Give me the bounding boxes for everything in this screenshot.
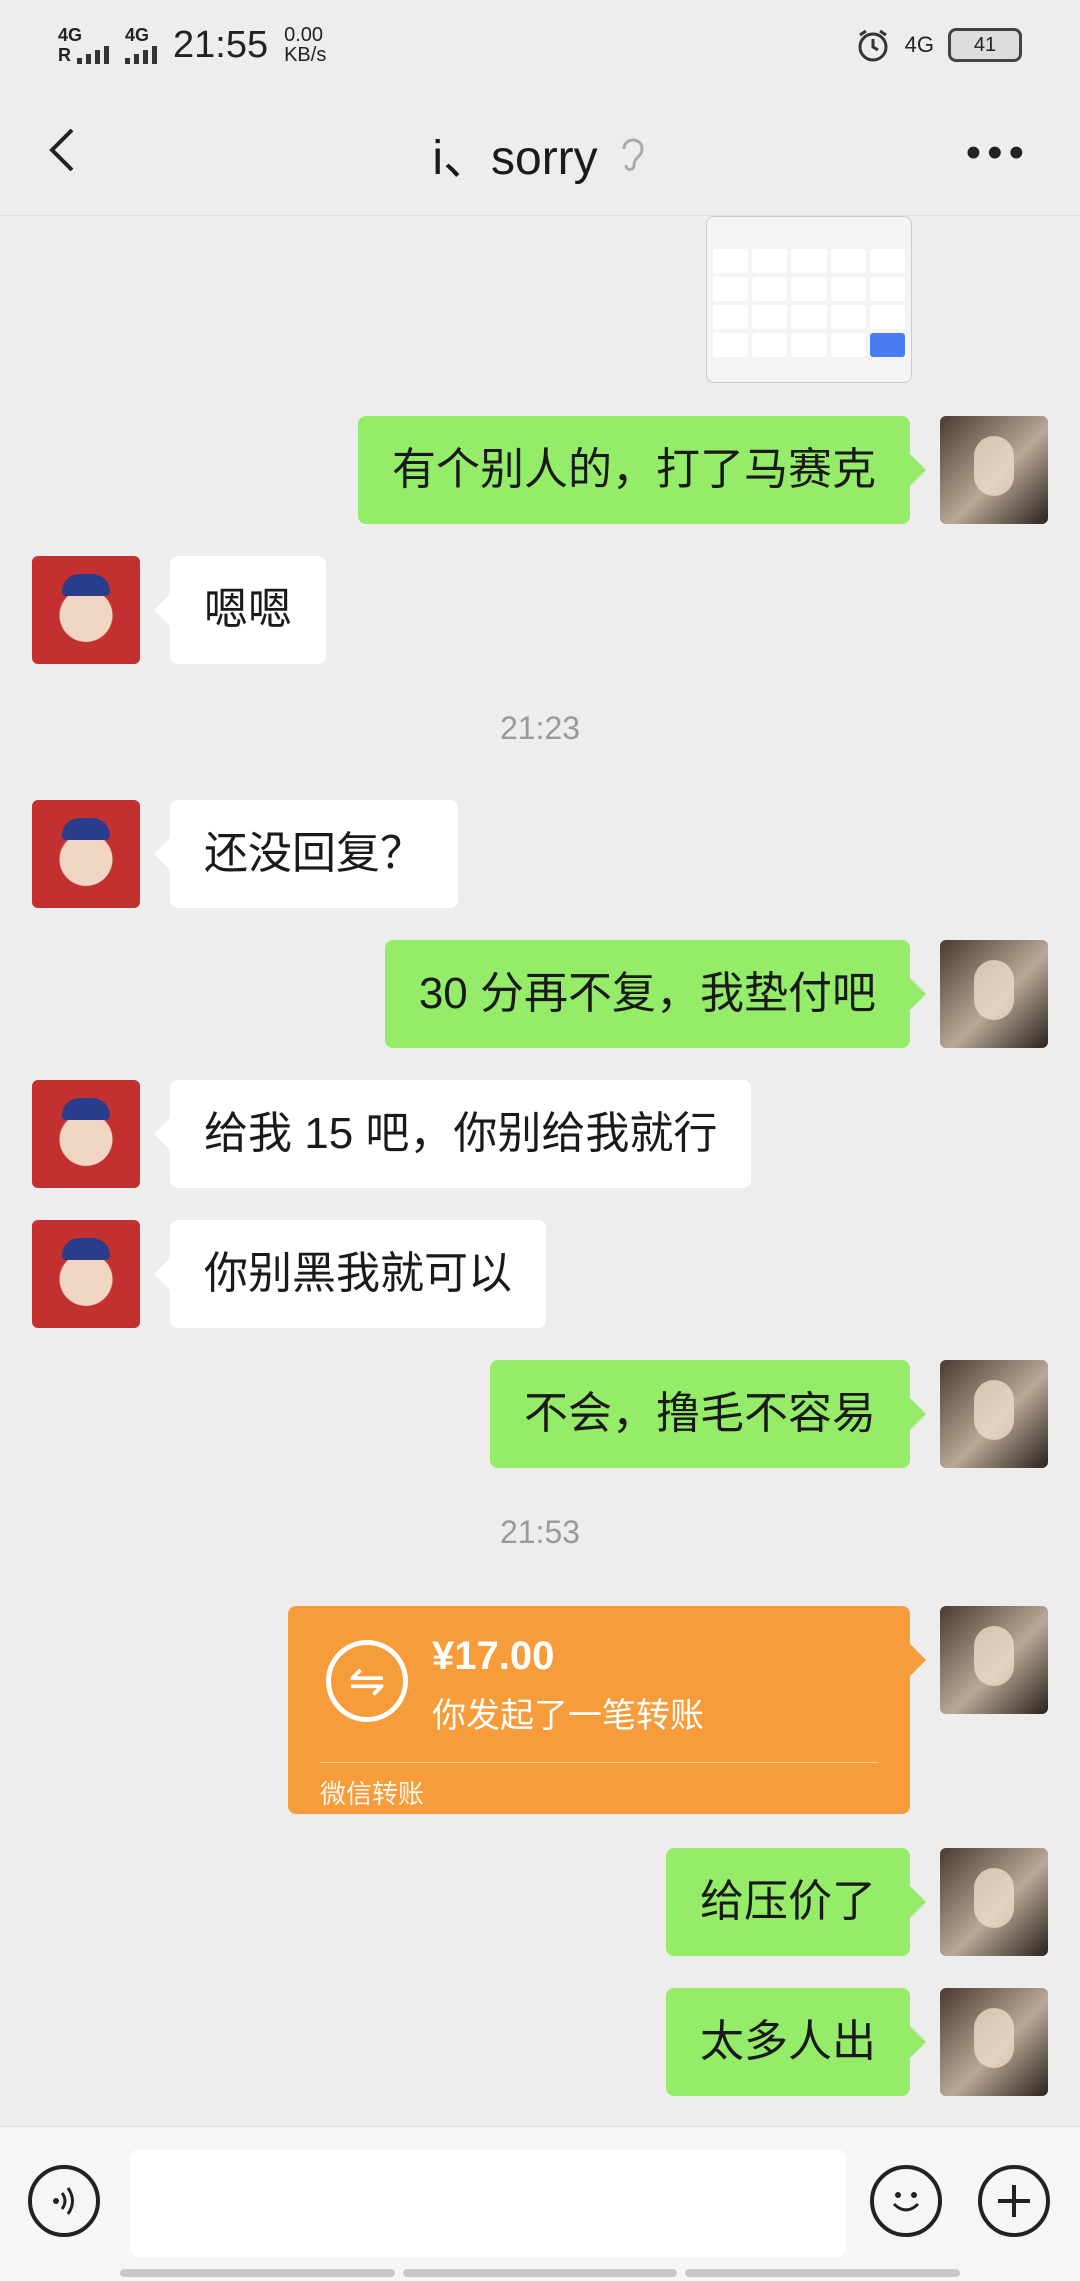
battery-level: 41 (973, 33, 997, 56)
status-left: 4G R 4G 21:55 0.00 KB/s (58, 24, 326, 67)
my-avatar[interactable] (940, 1848, 1048, 1956)
my-avatar[interactable] (940, 1360, 1048, 1468)
add-more-icon[interactable] (978, 2165, 1050, 2237)
chat-title: i、sorry (432, 118, 647, 188)
contact-avatar[interactable] (32, 800, 140, 908)
contact-avatar[interactable] (32, 1080, 140, 1188)
bottom-nav-indicator (120, 2269, 961, 2277)
timestamp: 21:53 (499, 1514, 581, 1550)
signal-label: 4G (58, 25, 83, 45)
chat-header: i、sorry ••• (0, 90, 1080, 216)
signal-label: 4G (125, 25, 150, 45)
shared-image-keyboard-screenshot[interactable] (706, 216, 912, 383)
timestamp: 21:23 (499, 710, 581, 746)
received-message-bubble[interactable]: 还没回复？ (154, 800, 458, 908)
speed-value: 0.00 (284, 24, 324, 46)
sent-message-bubble[interactable]: 30 分再不复，我垫付吧 (384, 940, 927, 1048)
received-message-bubble[interactable]: 你别黑我就可以 (154, 1220, 546, 1328)
status-time: 21:55 (173, 23, 269, 66)
status-bar: 4G R 4G 21:55 0.00 KB/s 4G 41 (0, 0, 1080, 90)
signal-bars-icon (125, 44, 157, 64)
ear-icon (622, 138, 644, 171)
network-type: 4G (904, 32, 934, 57)
my-avatar[interactable] (940, 940, 1048, 1048)
roaming-label: R (58, 45, 71, 65)
speed-unit: KB/s (284, 44, 327, 66)
transfer-amount: ¥17.00 (432, 1634, 555, 1678)
sent-message-bubble[interactable]: 有个别人的，打了马赛克 (358, 416, 926, 524)
emoji-icon[interactable] (870, 2165, 942, 2237)
transfer-divider (320, 1762, 878, 1763)
contact-avatar[interactable] (32, 556, 140, 664)
transfer-footer: 微信转账 (320, 1779, 425, 1809)
contact-avatar[interactable] (32, 1220, 140, 1328)
contact-name: i、sorry (432, 131, 598, 185)
my-avatar[interactable] (940, 1988, 1048, 2096)
more-options-icon[interactable]: ••• (966, 128, 1030, 178)
keyboard-image-content (707, 217, 911, 361)
back-arrow-icon[interactable] (34, 120, 94, 180)
transfer-icon: ⇋ (326, 1640, 408, 1722)
signal-bars-icon: R (58, 44, 109, 64)
signal-indicator-2: 4G (125, 26, 157, 64)
transfer-description: 你发起了一笔转账 (432, 1697, 704, 1735)
received-message-bubble[interactable]: 给我 15 吧，你别给我就行 (153, 1080, 752, 1188)
sent-message-bubble[interactable]: 给压价了 (666, 1848, 926, 1956)
my-avatar[interactable] (940, 416, 1048, 524)
transfer-card[interactable]: ⇋ ¥17.00 你发起了一笔转账 微信转账 (288, 1606, 926, 1814)
alarm-icon (858, 29, 888, 62)
status-right: 4G 41 (855, 27, 1022, 63)
sent-message-bubble[interactable]: 太多人出 (666, 1988, 926, 2096)
message-input[interactable] (130, 2149, 846, 2257)
network-speed: 0.00 KB/s (284, 25, 326, 65)
sent-message-bubble[interactable]: 不会，撸毛不容易 (490, 1360, 926, 1468)
received-message-bubble[interactable]: 嗯嗯 (154, 556, 326, 664)
input-bar (0, 2126, 1080, 2281)
chat-messages[interactable]: 有个别人的，打了马赛克 嗯嗯 21:23 还没回复？ 30 分再不复，我垫付吧 … (0, 216, 1080, 2126)
battery-icon: 41 (948, 28, 1022, 62)
my-avatar[interactable] (940, 1606, 1048, 1714)
signal-indicator-1: 4G R (58, 26, 109, 64)
voice-input-icon[interactable] (28, 2165, 100, 2237)
